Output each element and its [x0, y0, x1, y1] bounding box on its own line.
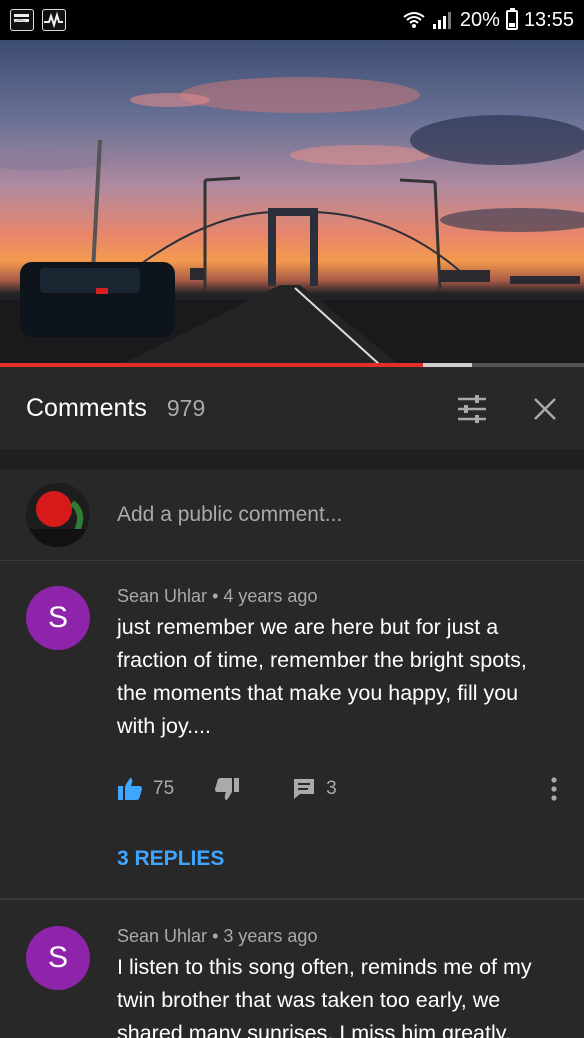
- pulse-icon: [42, 9, 66, 31]
- section-gap: [0, 451, 584, 469]
- meta-separator: •: [212, 586, 224, 606]
- comment-actions: 75 3: [117, 773, 558, 805]
- add-comment-row[interactable]: Add a public comment...: [0, 469, 584, 561]
- clock: 13:55: [523, 8, 574, 31]
- status-bar-left: [10, 9, 66, 31]
- comment-item: S Sean Uhlar • 3 years ago I listen to t…: [0, 926, 584, 1038]
- comment-body: Sean Uhlar • 4 years ago just remember w…: [117, 586, 558, 871]
- comment-body: Sean Uhlar • 3 years ago I listen to thi…: [117, 926, 558, 1038]
- commenter-avatar[interactable]: S: [26, 926, 90, 990]
- meta-separator: •: [212, 926, 224, 946]
- video-frame: [0, 40, 584, 365]
- comment-author[interactable]: Sean Uhlar: [117, 926, 207, 946]
- header-actions: [456, 394, 558, 424]
- reply-count: 3: [326, 778, 337, 799]
- more-vert-icon: [551, 777, 557, 801]
- add-comment-input[interactable]: Add a public comment...: [117, 503, 342, 527]
- thumbs-down-icon: [215, 778, 240, 800]
- comment-author[interactable]: Sean Uhlar: [117, 586, 207, 606]
- comment-divider: [0, 898, 584, 900]
- like-button[interactable]: 75: [117, 777, 174, 801]
- comment-age: 4 years ago: [223, 586, 318, 606]
- dislike-button[interactable]: [214, 777, 240, 801]
- commenter-avatar[interactable]: S: [26, 586, 90, 650]
- comments-count: 979: [166, 395, 206, 421]
- status-bar-right: 20% 13:55: [402, 8, 574, 32]
- signal-icon: [432, 12, 451, 29]
- comment-text: I listen to this song often, reminds me …: [117, 955, 532, 1038]
- battery-percent: 20%: [459, 8, 500, 31]
- view-replies-link[interactable]: 3 REPLIES: [117, 847, 558, 871]
- comment-meta: Sean Uhlar • 4 years ago: [117, 586, 558, 607]
- comment-meta: Sean Uhlar • 3 years ago: [117, 926, 558, 947]
- battery-icon: [505, 8, 518, 30]
- filter-icon[interactable]: [456, 394, 488, 424]
- comment-item: S Sean Uhlar • 4 years ago just remember…: [0, 586, 584, 871]
- comment-age: 3 years ago: [223, 926, 318, 946]
- comments-header: Comments 979: [0, 367, 584, 451]
- wifi-icon: [403, 12, 425, 28]
- close-icon[interactable]: [532, 396, 558, 422]
- comments-title: Comments: [26, 394, 147, 422]
- status-bar: 20% 13:55: [0, 0, 584, 40]
- comment-icon: [294, 779, 315, 799]
- comment-text: just remember we are here but for just a…: [117, 615, 527, 738]
- thumbs-up-icon: [118, 778, 142, 800]
- video-player[interactable]: [0, 40, 584, 365]
- like-count: 75: [153, 778, 175, 799]
- reply-button[interactable]: 3: [292, 777, 337, 801]
- more-options-button[interactable]: [550, 776, 558, 802]
- user-avatar: [26, 482, 90, 547]
- espn-icon: [10, 9, 34, 31]
